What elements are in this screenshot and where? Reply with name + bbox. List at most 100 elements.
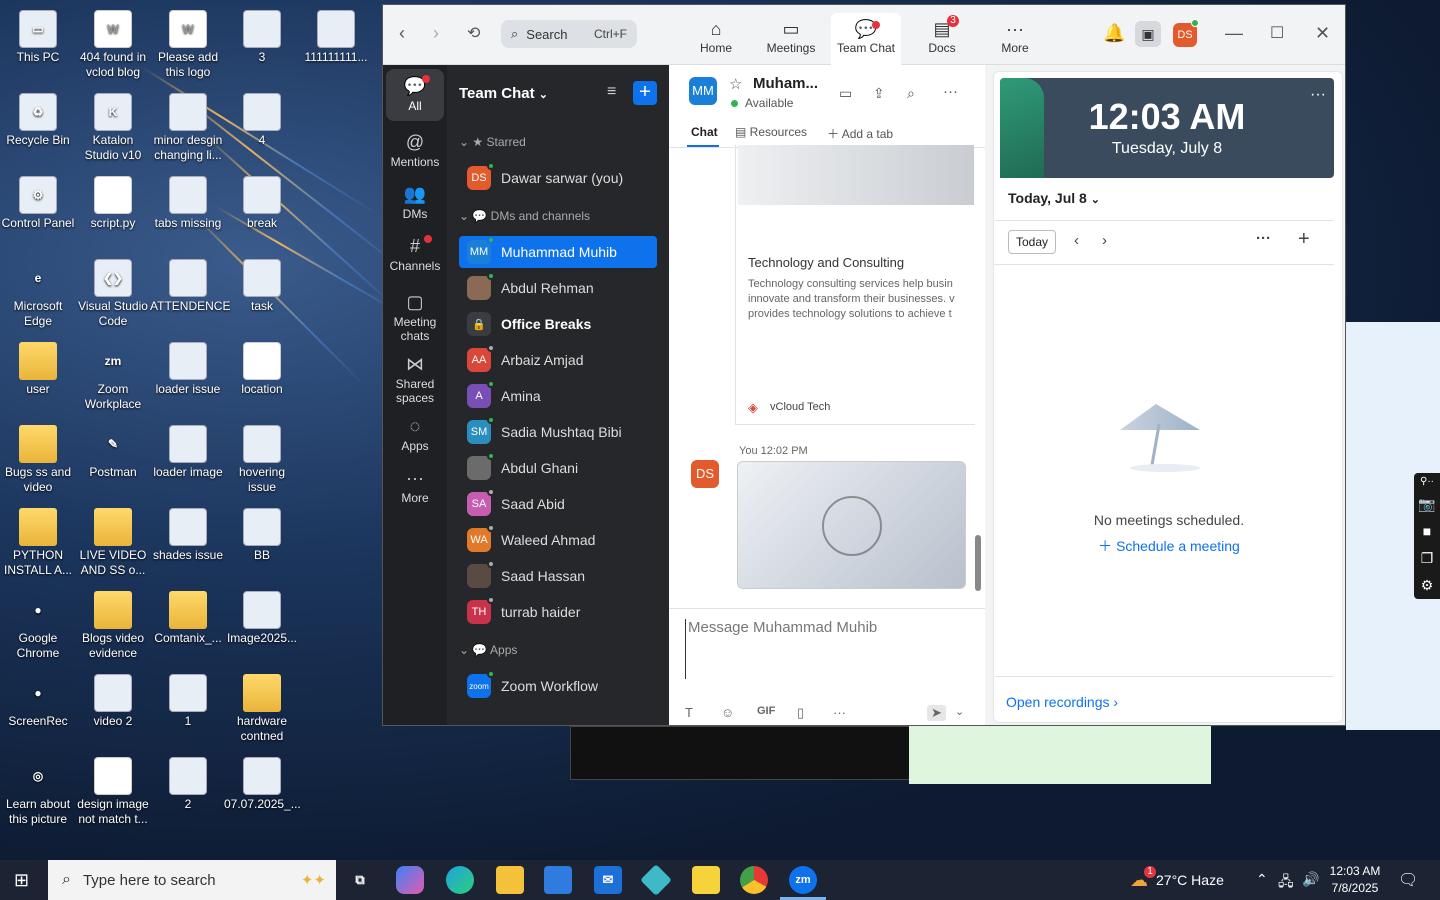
desktop-icon[interactable]: Image2025... [224, 585, 300, 646]
desktop-icon[interactable]: break [224, 170, 300, 231]
contact-item[interactable]: WA Waleed Ahmad [459, 524, 657, 556]
contact-item[interactable]: zoom Zoom Workflow [459, 670, 657, 702]
tray-chevron-up-icon[interactable]: ⌃ [1256, 871, 1268, 888]
video-record-icon[interactable]: ■ [1414, 518, 1440, 545]
back-icon[interactable]: ‹ [399, 23, 405, 44]
rail-item-mentions[interactable]: @ Mentions [386, 125, 444, 173]
desktop-icon[interactable]: ♻ Recycle Bin [0, 87, 76, 148]
tab-more[interactable]: ··· More [980, 13, 1050, 61]
desktop-icon[interactable]: ⚙ Control Panel [0, 170, 76, 231]
contact-item[interactable]: TH turrab haider [459, 596, 657, 628]
desktop-icon[interactable]: W 404 found in vclod blog [75, 4, 151, 80]
chat-contact-name[interactable]: Muham... [753, 75, 818, 92]
desktop-icon[interactable]: location [224, 336, 300, 397]
new-chat-button[interactable]: + [633, 81, 657, 105]
bell-icon[interactable]: 🔔 [1103, 23, 1125, 44]
add-meeting-icon[interactable]: + [1298, 228, 1310, 251]
rail-item-all[interactable]: 💬 All [386, 69, 444, 121]
history-icon[interactable]: ⟲ [467, 23, 480, 43]
filter-icon[interactable]: ≡ [607, 83, 616, 101]
notifications-icon[interactable]: 🗨 [1398, 870, 1418, 890]
camera-icon[interactable]: 📷 [1414, 491, 1440, 518]
desktop-icon[interactable]: ❮❯ Visual Studio Code [75, 253, 151, 329]
contact-item[interactable]: AA Arbaiz Amjad [459, 344, 657, 376]
desktop-icon[interactable]: 2 [150, 751, 226, 812]
today-button[interactable]: Today [1008, 230, 1056, 254]
edge-icon[interactable] [446, 866, 474, 894]
calendar-more-icon[interactable]: ··· [1256, 230, 1271, 247]
desktop-icon[interactable]: tabs missing [150, 170, 226, 231]
desktop-icon[interactable]: loader image [150, 419, 226, 480]
taskbar-search[interactable]: ⌕ Type here to search ✦✦ [48, 860, 336, 900]
link-preview-card[interactable]: Technology and Consulting Technology con… [735, 145, 975, 425]
contact-item[interactable]: 🔒 Office Breaks [459, 308, 657, 340]
desktop-icon[interactable]: zm Zoom Workplace [75, 336, 151, 412]
volume-icon[interactable]: 🔊 [1302, 871, 1319, 888]
rail-item-more[interactable]: ··· More [386, 461, 444, 509]
desktop-icon[interactable]: LIVE VIDEO AND SS o... [75, 502, 151, 578]
rail-item-apps[interactable]: ◌ Apps [386, 409, 444, 457]
desktop-icon[interactable]: 4 [224, 87, 300, 148]
desktop-icon[interactable]: hardware contned [224, 668, 300, 744]
day-selector[interactable]: Today, Jul 8 ⌄ [1008, 190, 1100, 206]
rail-item-channels[interactable]: # Channels [386, 229, 444, 281]
contact-item[interactable]: Saad Hassan [459, 560, 657, 592]
desktop-icon[interactable]: 1 [150, 668, 226, 729]
next-day-icon[interactable]: › [1102, 232, 1107, 249]
desktop-icon[interactable]: ▭ This PC [0, 4, 76, 65]
desktop-icon[interactable]: video 2 [75, 668, 151, 729]
window-capture-icon[interactable]: ❐ [1414, 545, 1440, 572]
chat-avatar[interactable]: MM [689, 77, 717, 105]
desktop-icon[interactable]: user [0, 336, 76, 397]
apps-section-header[interactable]: ⌄ 💬 Apps [459, 643, 517, 657]
send-options-chevron-icon[interactable]: ⌄ [955, 705, 964, 718]
search-icon[interactable]: ⌕ [907, 85, 915, 102]
contact-item[interactable]: DS Dawar sarwar (you) [459, 162, 657, 194]
starred-section-header[interactable]: ⌄ ★ Starred [459, 135, 526, 149]
chat-list-title[interactable]: Team Chat ⌄ [459, 85, 548, 102]
desktop-icon[interactable]: 3 [224, 4, 300, 65]
store-icon[interactable] [544, 866, 572, 894]
prev-day-icon[interactable]: ‹ [1074, 232, 1079, 249]
desktop-icon[interactable]: ● Google Chrome [0, 585, 76, 661]
tab-meetings[interactable]: ▭ Meetings [756, 13, 826, 61]
composer-input[interactable]: Message Muhammad Muhib [685, 619, 969, 679]
tab-home[interactable]: ⌂ Home [681, 13, 751, 61]
schedule-meeting-link[interactable]: ＋ Schedule a meeting [994, 536, 1344, 556]
weather-widget[interactable]: ☁ 1 27°C Haze [1130, 860, 1224, 900]
rail-item-shared-spaces[interactable]: ⋈ Shared spaces [386, 347, 444, 405]
gift-icon[interactable]: ▣ [1135, 21, 1161, 47]
contact-item[interactable]: MM Muhammad Muhib [459, 236, 657, 268]
copilot-icon[interactable] [396, 866, 424, 894]
desktop-icon[interactable]: Bugs ss and video [0, 419, 76, 495]
send-icon[interactable]: ➤ [927, 705, 946, 721]
background-window-dark[interactable] [570, 726, 910, 780]
more-tools-icon[interactable]: ··· [833, 705, 846, 720]
more-options-icon[interactable]: ··· [943, 83, 958, 100]
desktop-icon[interactable]: ✎ Postman [75, 419, 151, 480]
add-tab-button[interactable]: ＋ Add a tab [827, 125, 893, 142]
desktop-icon[interactable]: 07.07.2025_... [224, 751, 301, 812]
network-icon[interactable]: 🖧 [1278, 871, 1294, 895]
desktop-icon[interactable]: ● ScreenRec [0, 668, 76, 729]
file-explorer-icon[interactable] [496, 866, 524, 894]
video-attachment[interactable] [737, 461, 966, 589]
sticky-notes-icon[interactable] [692, 866, 720, 894]
contact-item[interactable]: Abdul Ghani [459, 452, 657, 484]
text-format-icon[interactable]: T [685, 705, 693, 720]
desktop-icon[interactable]: shades issue [150, 502, 226, 563]
contact-item[interactable]: Abdul Rehman [459, 272, 657, 304]
contact-item[interactable]: SM Sadia Mushtaq Bibi [459, 416, 657, 448]
desktop-icon[interactable]: ◎ Learn about this picture [0, 751, 76, 827]
desktop-icon[interactable]: 111111111... [298, 4, 374, 65]
desktop-icon[interactable]: script.py [75, 170, 151, 231]
search-box[interactable]: ⌕ Search Ctrl+F [501, 20, 637, 48]
chrome-icon[interactable] [740, 866, 768, 894]
rail-item-meeting-chats[interactable]: ▢ Meeting chats [386, 285, 444, 343]
desktop-icon[interactable]: task [224, 253, 300, 314]
contact-item[interactable]: SA Saad Abid [459, 488, 657, 520]
open-recordings-link[interactable]: Open recordings › [1006, 694, 1118, 710]
desktop-icon[interactable]: BB [224, 502, 300, 563]
desktop-icon[interactable]: e Microsoft Edge [0, 253, 76, 329]
tab-team-chat[interactable]: 💬 Team Chat [831, 13, 901, 65]
